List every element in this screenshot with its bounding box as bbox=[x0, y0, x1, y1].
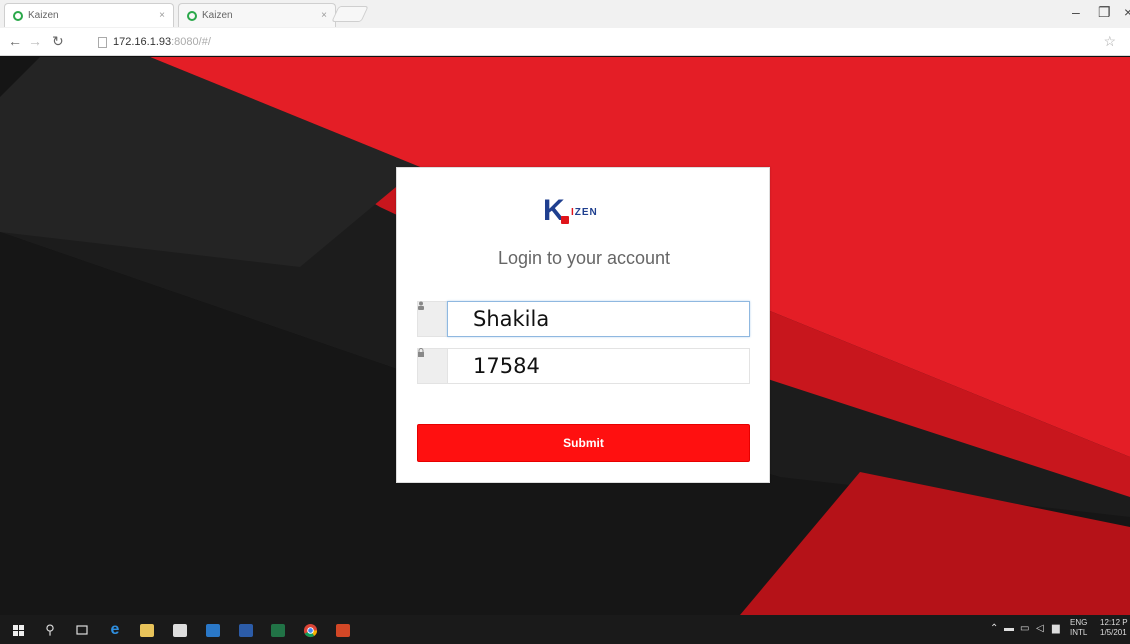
screen: Kaizen × Kaizen × – ❐ × ← → ↻ 172.16.1.9… bbox=[0, 0, 1130, 644]
page-viewport: K IZEN Login to your account Shakila 175… bbox=[0, 57, 1130, 615]
lang-line-1: ENG bbox=[1070, 618, 1088, 627]
tray-network-icon[interactable]: ▭ bbox=[1020, 623, 1029, 634]
tab-favicon-icon bbox=[13, 10, 23, 21]
url-host: 172.16.1.93 bbox=[113, 36, 172, 48]
submit-button[interactable]: Submit bbox=[417, 424, 750, 462]
windows-taskbar: ⚲ e ⌃ ▬ ▭ ◁ ▆ ENG INTL 12:12 P 1/5/201 bbox=[0, 615, 1130, 644]
tray-chevron-icon[interactable]: ⌃ bbox=[990, 623, 998, 634]
login-card: K IZEN Login to your account Shakila 175… bbox=[396, 167, 770, 483]
search-icon[interactable]: ⚲ bbox=[40, 620, 60, 640]
windows-start-icon[interactable] bbox=[8, 620, 28, 640]
chrome-icon[interactable] bbox=[300, 620, 320, 640]
login-heading: Login to your account bbox=[497, 248, 671, 268]
reload-icon[interactable]: ↻ bbox=[52, 33, 64, 50]
tray-notification-icon[interactable]: ▆ bbox=[1052, 623, 1060, 634]
back-arrow-icon[interactable]: ← bbox=[8, 33, 22, 49]
logo-red-dot bbox=[561, 216, 569, 224]
browser-tab-2[interactable]: Kaizen × bbox=[178, 3, 336, 27]
edge-browser-icon[interactable]: e bbox=[105, 620, 125, 640]
lang-line-2: INTL bbox=[1070, 628, 1088, 637]
browser-tab-1[interactable]: Kaizen × bbox=[4, 3, 174, 27]
tray-clock[interactable]: 12:12 P 1/5/201 bbox=[1100, 618, 1128, 638]
minimize-icon[interactable]: – bbox=[1072, 4, 1080, 20]
close-window-icon[interactable]: × bbox=[1124, 4, 1130, 20]
file-explorer-icon[interactable] bbox=[137, 620, 157, 640]
address-bar[interactable]: 172.16.1.93 :8080/#/ bbox=[98, 33, 1098, 51]
lock-icon bbox=[417, 348, 447, 384]
logo-zen-text: ZEN bbox=[574, 207, 598, 218]
browser-tabstrip: Kaizen × Kaizen × – ❐ × bbox=[0, 0, 1130, 28]
browser-toolbar: ← → ↻ 172.16.1.93 :8080/#/ ☆ bbox=[0, 28, 1130, 56]
clock-time: 12:12 P bbox=[1100, 618, 1128, 627]
url-path: :8080/#/ bbox=[171, 36, 211, 48]
forward-arrow-icon[interactable]: → bbox=[28, 33, 42, 49]
tab-close-icon[interactable]: × bbox=[321, 10, 327, 21]
tray-battery-icon[interactable]: ▬ bbox=[1004, 623, 1014, 634]
tab-title: Kaizen bbox=[28, 10, 59, 21]
outlook-icon[interactable] bbox=[203, 620, 223, 640]
tab-favicon-icon bbox=[187, 10, 197, 21]
username-field: Shakila bbox=[417, 301, 750, 337]
page-icon bbox=[98, 36, 107, 48]
bookmark-star-icon[interactable]: ☆ bbox=[1103, 33, 1116, 50]
excel-icon[interactable] bbox=[268, 620, 288, 640]
tray-language[interactable]: ENG INTL bbox=[1070, 618, 1087, 638]
word-icon[interactable] bbox=[236, 620, 256, 640]
restore-icon[interactable]: ❐ bbox=[1098, 4, 1111, 21]
task-view-icon[interactable] bbox=[72, 620, 92, 640]
tab-title: Kaizen bbox=[202, 10, 233, 21]
password-field: 17584 bbox=[417, 348, 750, 384]
new-tab-button[interactable] bbox=[331, 6, 369, 22]
tray-volume-icon[interactable]: ◁ bbox=[1036, 623, 1044, 634]
password-input[interactable]: 17584 bbox=[447, 348, 750, 384]
username-input[interactable]: Shakila bbox=[447, 301, 750, 337]
store-icon[interactable] bbox=[170, 620, 190, 640]
clock-date: 1/5/201 bbox=[1100, 628, 1127, 637]
kaizen-logo: K IZEN bbox=[543, 196, 623, 226]
tab-close-icon[interactable]: × bbox=[159, 10, 165, 21]
powerpoint-icon[interactable] bbox=[333, 620, 353, 640]
logo-zen: IZEN bbox=[571, 207, 598, 218]
user-icon bbox=[417, 301, 447, 337]
